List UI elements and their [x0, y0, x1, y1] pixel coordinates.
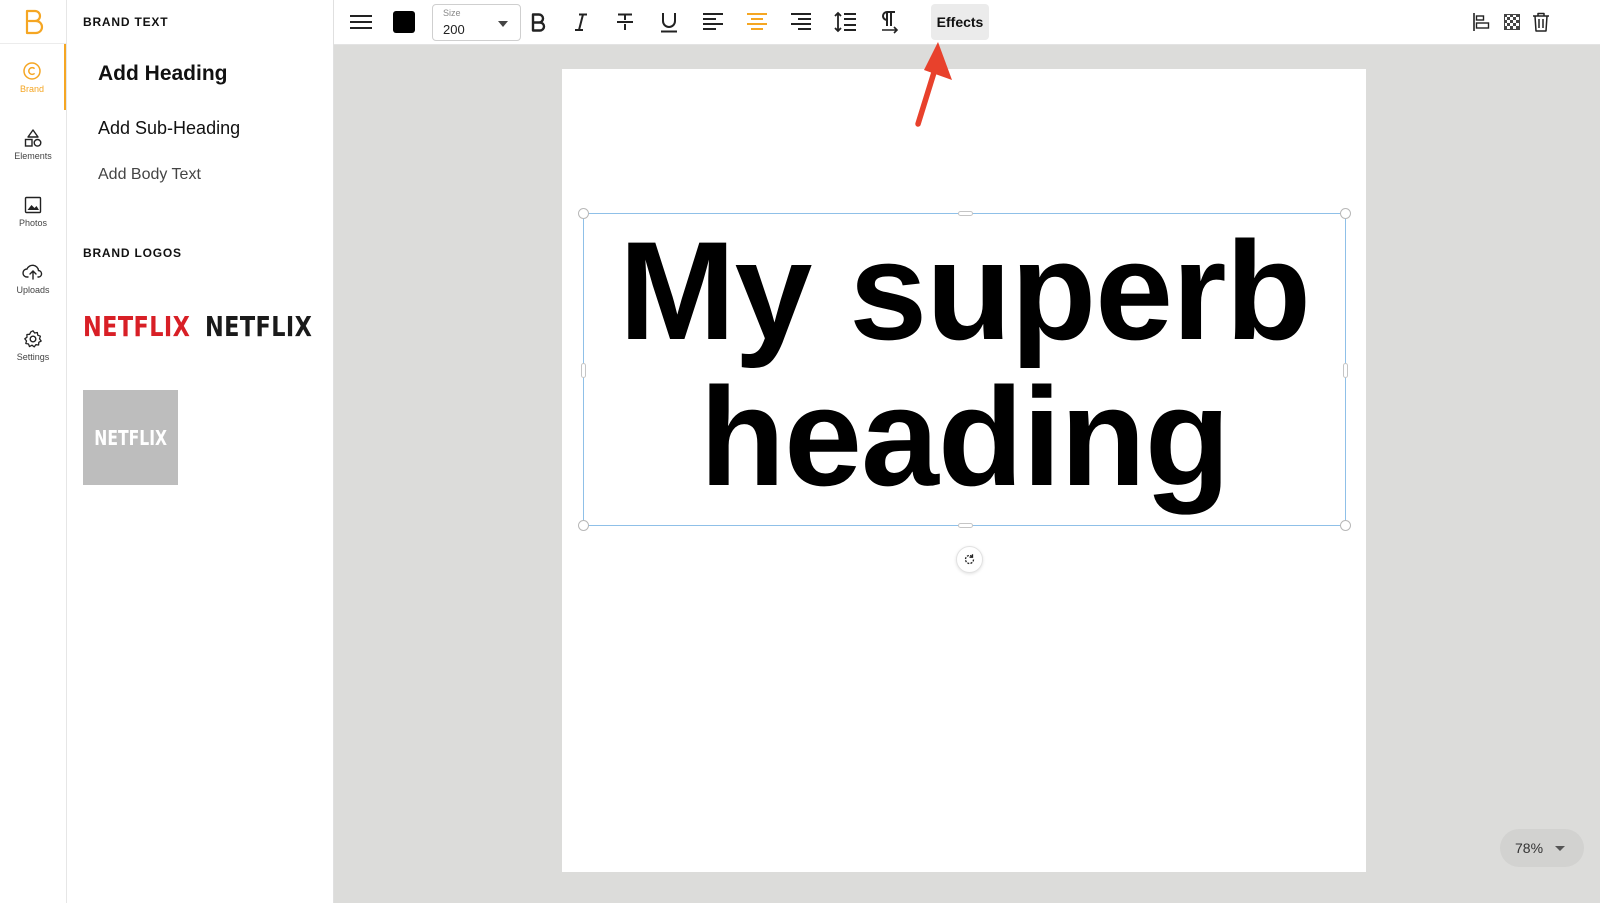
- sidebar-item-elements[interactable]: Elements: [0, 111, 66, 177]
- size-value: 200: [443, 22, 465, 37]
- brand-logo[interactable]: [0, 0, 66, 44]
- heading-line: My superb: [618, 212, 1311, 369]
- menu-button[interactable]: [346, 0, 376, 44]
- annotation-arrow-icon: [915, 42, 952, 127]
- transparency-icon: [1504, 14, 1520, 30]
- brand-panel: BRAND TEXT Add Heading Add Sub-Heading A…: [67, 0, 334, 903]
- position-button[interactable]: [1470, 0, 1494, 44]
- text-color-button[interactable]: [390, 0, 418, 44]
- gear-icon: [24, 329, 42, 348]
- menu-icon: [350, 15, 372, 29]
- sidebar-item-label: Brand: [19, 83, 45, 94]
- netflix-logo-gray-text: NETFLIX: [94, 425, 167, 450]
- sidebar-item-label: Settings: [16, 351, 50, 362]
- netflix-logo-gray-tile[interactable]: NETFLIX: [83, 390, 178, 485]
- line-height-button[interactable]: [830, 0, 860, 44]
- sidebar-item-label: Elements: [14, 150, 52, 161]
- italic-icon: [575, 13, 587, 31]
- effects-button[interactable]: Effects: [931, 4, 989, 40]
- trash-icon: [1533, 12, 1549, 32]
- align-center-button[interactable]: [742, 0, 772, 44]
- brand-logo-icon: [25, 9, 44, 34]
- image-icon: [24, 196, 42, 213]
- rotate-icon: [964, 554, 975, 565]
- position-icon: [1473, 13, 1490, 31]
- line-height-icon: [834, 11, 856, 33]
- cloud-upload-icon: [22, 264, 43, 280]
- add-body-text-button[interactable]: Add Body Text: [98, 166, 201, 184]
- align-left-icon: [703, 13, 723, 30]
- zoom-value: 78%: [1515, 840, 1544, 856]
- design-page[interactable]: My superb heading: [562, 69, 1366, 872]
- resize-handle-bottom[interactable]: [958, 523, 973, 528]
- sidebar-item-brand[interactable]: Brand: [0, 44, 66, 110]
- add-subheading-button[interactable]: Add Sub-Heading: [98, 118, 240, 139]
- paragraph-icon: [882, 11, 899, 34]
- netflix-logo-black[interactable]: NETFLIX: [205, 308, 312, 344]
- canvas-area: My superb heading 78%: [334, 45, 1600, 903]
- add-heading-button[interactable]: Add Heading: [98, 62, 228, 86]
- text-toolbar: Size 200 Effects: [334, 0, 1600, 45]
- editor-app: Brand Elements Photos Uploads Settings B…: [0, 0, 1600, 903]
- brand-text-title: BRAND TEXT: [83, 15, 169, 29]
- underline-button[interactable]: [654, 0, 684, 44]
- icon-rail: Brand Elements Photos Uploads Settings: [0, 0, 67, 903]
- sidebar-item-label: Photos: [18, 217, 48, 228]
- heading-line: heading: [699, 358, 1231, 515]
- font-size-select[interactable]: Size 200: [432, 4, 521, 41]
- resize-handle-top-right[interactable]: [1340, 208, 1351, 219]
- text-selection-box[interactable]: My superb heading: [578, 208, 1351, 531]
- italic-button[interactable]: [566, 0, 596, 44]
- bold-button[interactable]: [523, 0, 553, 44]
- resize-handle-bottom-left[interactable]: [578, 520, 589, 531]
- copyright-icon: [23, 61, 41, 80]
- netflix-logo-red[interactable]: NETFLIX: [83, 308, 190, 344]
- strikethrough-button[interactable]: [610, 0, 640, 44]
- shapes-icon: [24, 128, 42, 147]
- sidebar-item-photos[interactable]: Photos: [0, 178, 66, 244]
- resize-handle-left[interactable]: [581, 363, 586, 378]
- size-caption: Size: [443, 8, 461, 18]
- transparency-button[interactable]: [1500, 0, 1524, 44]
- resize-handle-top-left[interactable]: [578, 208, 589, 219]
- resize-handle-bottom-right[interactable]: [1340, 520, 1351, 531]
- sidebar-item-settings[interactable]: Settings: [0, 312, 66, 378]
- sidebar-item-uploads[interactable]: Uploads: [0, 245, 66, 311]
- align-right-button[interactable]: [786, 0, 816, 44]
- underline-icon: [661, 13, 677, 33]
- paragraph-button[interactable]: [874, 0, 904, 44]
- resize-handle-right[interactable]: [1343, 363, 1348, 378]
- color-swatch: [393, 11, 415, 33]
- brand-logos-title: BRAND LOGOS: [83, 246, 182, 260]
- bold-icon: [531, 13, 546, 32]
- resize-handle-top[interactable]: [958, 211, 973, 216]
- rotate-button[interactable]: [956, 546, 983, 573]
- chevron-down-icon: [498, 21, 508, 27]
- heading-text[interactable]: My superb heading: [584, 214, 1345, 525]
- zoom-select[interactable]: 78%: [1500, 829, 1584, 867]
- align-left-button[interactable]: [698, 0, 728, 44]
- strikethrough-icon: [617, 13, 633, 30]
- chevron-down-icon: [1555, 846, 1565, 851]
- align-right-icon: [791, 13, 811, 30]
- align-center-icon: [747, 13, 767, 30]
- sidebar-item-label: Uploads: [16, 284, 50, 295]
- delete-button[interactable]: [1528, 0, 1554, 44]
